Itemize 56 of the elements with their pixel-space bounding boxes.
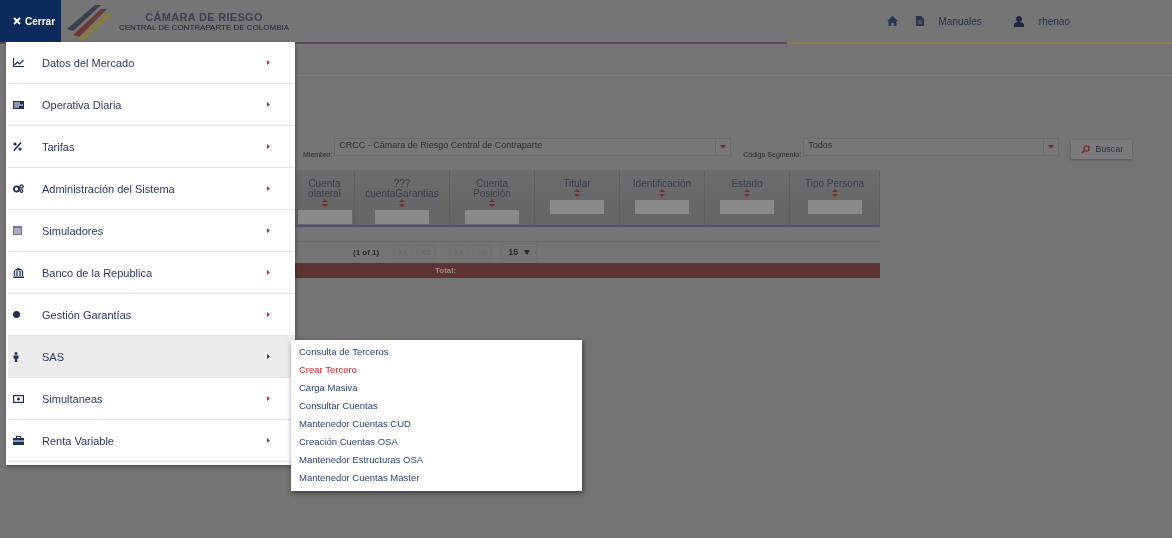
document-icon[interactable] xyxy=(915,16,924,26)
chart-line-icon xyxy=(13,58,24,67)
caret-icon xyxy=(267,60,270,65)
caret-icon xyxy=(267,186,270,191)
person-icon xyxy=(13,351,19,362)
search-icon xyxy=(1081,144,1091,154)
sort-icon[interactable] xyxy=(574,189,580,197)
sort-icon[interactable] xyxy=(489,199,495,207)
filter-input[interactable] xyxy=(465,210,519,224)
list-icon xyxy=(13,100,24,109)
filter-input[interactable] xyxy=(720,200,774,214)
caret-icon xyxy=(267,228,270,233)
sort-icon[interactable] xyxy=(321,199,328,207)
close-button[interactable]: Cerrar xyxy=(0,0,61,42)
caret-icon xyxy=(267,102,270,107)
filter-input[interactable] xyxy=(807,200,862,214)
menu-item[interactable]: SAS xyxy=(8,336,295,378)
menu-item[interactable]: Administración del Sistema xyxy=(8,168,295,210)
page-info: (1 of 1) xyxy=(353,247,380,257)
calculator-icon xyxy=(13,226,22,235)
filter-input[interactable] xyxy=(550,200,604,214)
gears-icon xyxy=(13,184,24,193)
total-label: Total: xyxy=(435,266,457,275)
sort-icon[interactable] xyxy=(831,189,838,197)
logo-title: CÁMARA DE RIESGO xyxy=(145,10,263,23)
filter-input[interactable] xyxy=(375,210,429,224)
bank-icon xyxy=(13,267,24,278)
close-icon xyxy=(13,17,21,25)
caret-icon xyxy=(267,354,270,359)
caret-icon xyxy=(267,312,270,317)
sort-icon[interactable] xyxy=(399,199,405,207)
caret-icon xyxy=(267,270,270,275)
caret-icon xyxy=(267,144,270,149)
sort-icon[interactable] xyxy=(744,189,750,197)
submenu-item[interactable]: Mantenedor Cuentas Master xyxy=(291,469,582,487)
menu-item[interactable]: Banco de la Republica xyxy=(8,252,295,294)
menu-item[interactable]: Operativa Diaria xyxy=(8,84,295,126)
user-icon[interactable] xyxy=(1013,15,1024,27)
filter-input[interactable] xyxy=(297,210,352,224)
dot-icon xyxy=(13,311,20,318)
banknote-icon xyxy=(13,394,24,403)
menu-item[interactable]: Datos del Mercado xyxy=(8,42,295,84)
menu-item[interactable]: Simuladores xyxy=(8,210,295,252)
dropdown-caret-icon xyxy=(1048,145,1055,149)
dropdown-caret-icon xyxy=(720,145,727,149)
caret-icon xyxy=(267,438,270,443)
logo-icon xyxy=(65,3,115,39)
dropdown-caret-icon xyxy=(524,249,531,255)
percent-icon xyxy=(13,142,22,151)
home-icon[interactable] xyxy=(886,16,898,26)
briefcase-icon xyxy=(13,436,24,445)
sort-icon[interactable] xyxy=(659,189,665,197)
caret-icon xyxy=(267,396,270,401)
filter-input[interactable] xyxy=(635,200,689,214)
logo-subtitle: CENTRAL DE CONTRAPARTE DE COLOMBIA xyxy=(119,22,290,32)
menu-item[interactable]: Tarifas xyxy=(8,126,295,168)
